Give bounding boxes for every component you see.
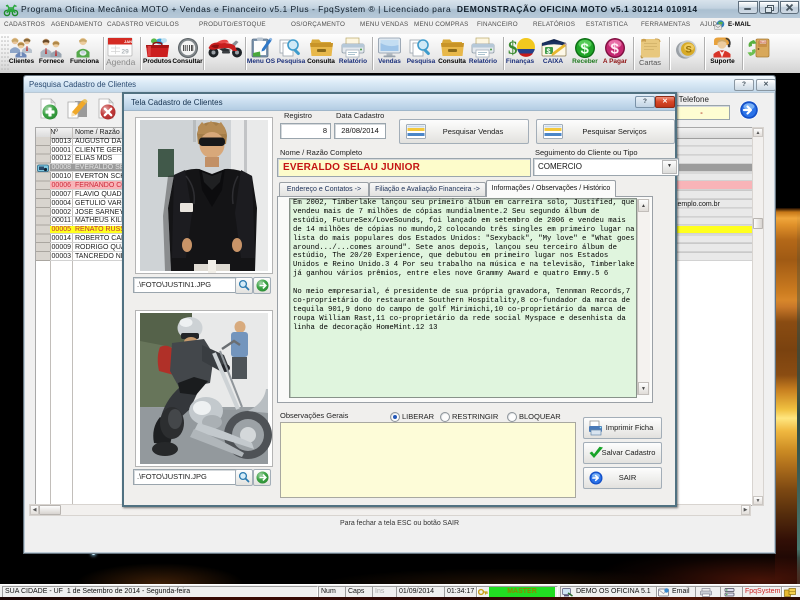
svg-text:$: $: [547, 49, 551, 56]
svg-text:Exit: Exit: [760, 40, 766, 44]
svg-text:S: S: [686, 45, 692, 56]
svg-text:$: $: [611, 41, 620, 58]
svg-text:$: $: [581, 41, 590, 58]
svg-text:$: $: [508, 38, 518, 59]
svg-text:JAN: JAN: [124, 39, 132, 44]
svg-text:29: 29: [122, 49, 130, 56]
